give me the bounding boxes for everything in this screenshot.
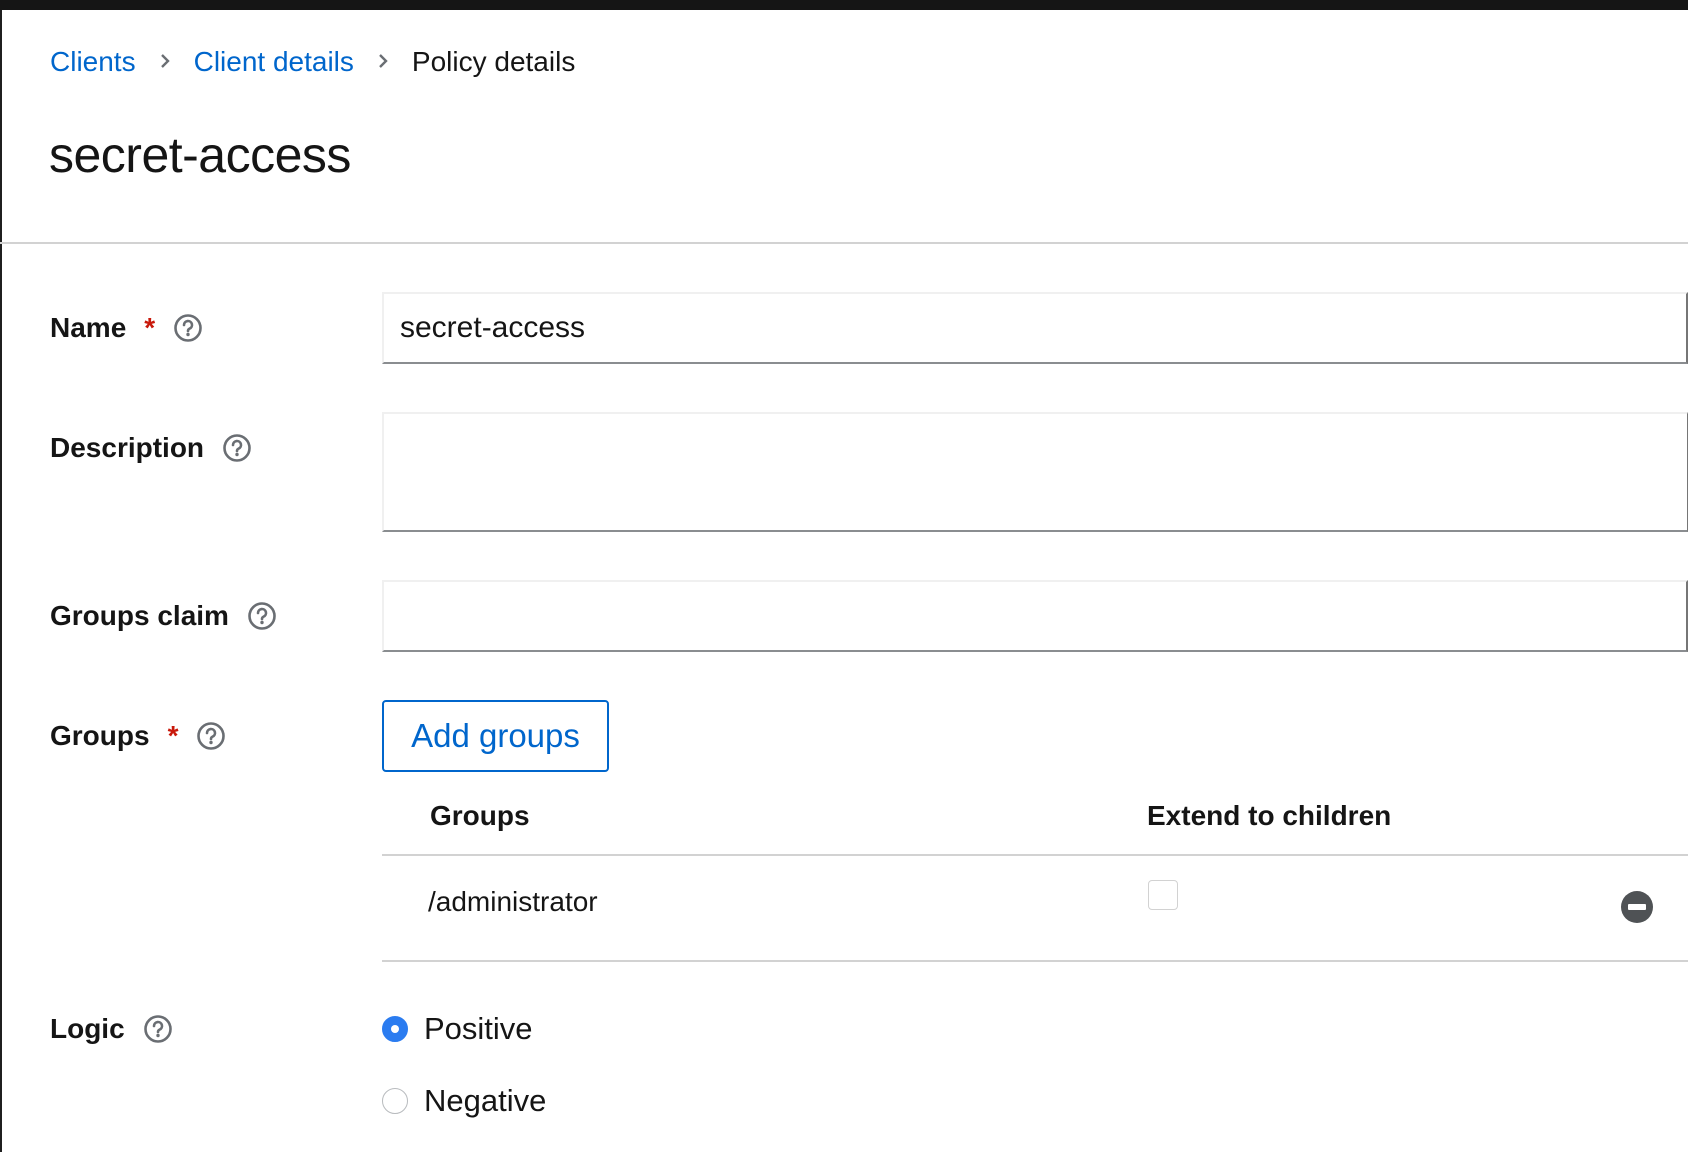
chevron-right-icon xyxy=(354,46,412,78)
radio-positive-label: Positive xyxy=(424,1011,533,1046)
name-required-mark: * xyxy=(144,312,156,343)
name-label: Name xyxy=(50,312,127,343)
logic-label-group: Logic xyxy=(50,1013,173,1045)
groups-label-group: Groups * xyxy=(50,720,226,752)
groups-claim-label-group: Groups claim xyxy=(50,600,277,632)
breadcrumb: Clients Client details Policy details xyxy=(50,46,575,78)
page-title: secret-access xyxy=(49,127,351,183)
column-header-extend-to-children: Extend to children xyxy=(1147,800,1392,831)
table-row-divider xyxy=(382,960,1688,962)
chevron-right-icon xyxy=(136,46,194,78)
radio-positive[interactable] xyxy=(382,1016,408,1042)
radio-negative-label: Negative xyxy=(424,1083,547,1118)
extend-to-children-checkbox[interactable] xyxy=(1148,880,1178,910)
add-groups-button[interactable]: Add groups xyxy=(382,700,609,772)
group-path: /administrator xyxy=(428,886,598,917)
help-icon[interactable] xyxy=(196,721,226,751)
breadcrumb-client-details-link[interactable]: Client details xyxy=(194,46,354,78)
table-row: /administrator xyxy=(382,856,1688,960)
help-icon[interactable] xyxy=(143,1014,173,1044)
description-label: Description xyxy=(50,432,205,463)
help-icon[interactable] xyxy=(247,601,277,631)
name-label-group: Name * xyxy=(50,312,203,344)
left-edge xyxy=(0,10,2,1152)
help-icon[interactable] xyxy=(173,313,203,343)
name-input[interactable] xyxy=(382,292,1688,364)
header-divider xyxy=(0,242,1688,244)
breadcrumb-clients-link[interactable]: Clients xyxy=(50,46,136,78)
description-textarea[interactable] xyxy=(382,412,1688,532)
help-icon[interactable] xyxy=(222,433,252,463)
logic-option-negative[interactable]: Negative xyxy=(382,1083,546,1119)
groups-claim-label: Groups claim xyxy=(50,600,229,631)
column-header-groups: Groups xyxy=(430,800,530,831)
groups-required-mark: * xyxy=(167,720,179,751)
groups-label: Groups xyxy=(50,720,150,751)
breadcrumb-current: Policy details xyxy=(411,46,576,77)
minus-circle-icon[interactable] xyxy=(1620,890,1654,924)
top-bar xyxy=(0,0,1688,10)
radio-negative[interactable] xyxy=(382,1088,408,1114)
description-label-group: Description xyxy=(50,432,252,464)
logic-label: Logic xyxy=(50,1013,125,1044)
logic-option-positive[interactable]: Positive xyxy=(382,1011,533,1047)
groups-claim-input[interactable] xyxy=(382,580,1688,652)
